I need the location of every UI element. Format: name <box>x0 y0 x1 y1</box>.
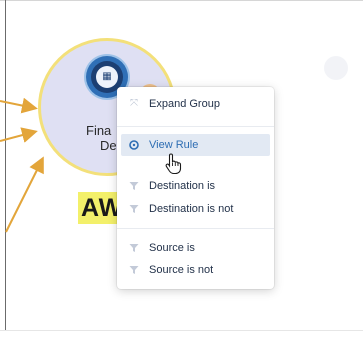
menu-item-label: Source is <box>149 242 195 254</box>
menu-separator <box>117 228 274 229</box>
menu-item-source-is-not[interactable]: Source is not <box>121 259 270 281</box>
node-label-line1: Fina <box>86 123 112 138</box>
menu-item-destination-is-not[interactable]: Destination is not <box>121 198 270 220</box>
filter-icon <box>129 243 139 253</box>
menu-item-label: Destination is <box>149 180 216 192</box>
menu-item-source-is[interactable]: Source is <box>121 237 270 259</box>
node-label-line2: De <box>100 138 117 153</box>
background-node-icon <box>324 56 348 80</box>
edge-line-2 <box>0 127 38 143</box>
menu-separator <box>117 126 274 127</box>
menu-item-label: Source is not <box>149 264 214 276</box>
menu-item-label: View Rule <box>149 139 199 151</box>
info-icon <box>129 140 139 150</box>
filter-icon <box>129 204 139 214</box>
filter-icon <box>129 265 139 275</box>
context-menu: ⤧ Expand Group View Rule Destination is … <box>117 87 274 289</box>
menu-item-expand-group[interactable]: ⤧ Expand Group <box>121 93 270 115</box>
menu-item-label: Destination is not <box>149 203 234 215</box>
edge-line-1 <box>0 97 38 114</box>
menu-item-label: Expand Group <box>149 98 220 110</box>
menu-item-view-rule[interactable]: View Rule <box>121 134 270 156</box>
hand-cursor-icon <box>165 153 182 175</box>
filter-icon <box>129 181 139 191</box>
expand-icon: ⤧ <box>130 98 138 109</box>
edge-line-3 <box>5 156 44 233</box>
menu-item-destination-is[interactable]: Destination is <box>121 175 270 197</box>
